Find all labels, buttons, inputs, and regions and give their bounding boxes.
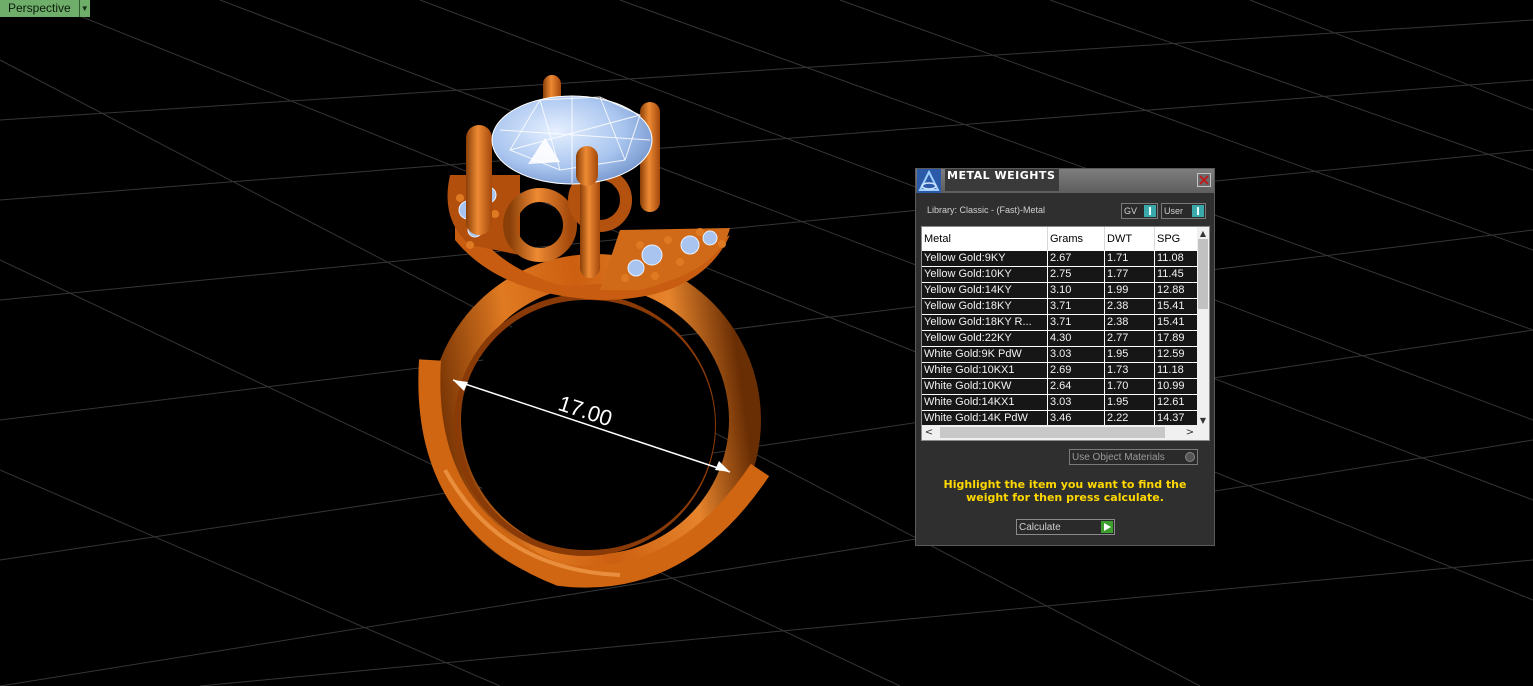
viewport-menu-arrow-icon[interactable]: ▼ <box>79 0 90 17</box>
cell-metal: Yellow Gold:9KY <box>922 251 1048 266</box>
cell-grams: 3.71 <box>1048 299 1105 314</box>
horizontal-scroll-thumb[interactable] <box>940 427 1165 438</box>
instruction-text: Highlight the item you want to find the … <box>943 478 1187 504</box>
cell-spg: 10.99 <box>1157 380 1185 392</box>
table-row[interactable]: Yellow Gold:9KY 2.67 1.71 11.08 <box>922 251 1197 267</box>
toggle-switch-icon <box>1144 205 1156 217</box>
cell-metal: White Gold:14K PdW <box>922 411 1048 426</box>
library-label: Library: Classic - (Fast)-Metal <box>927 205 1046 215</box>
table-row[interactable]: Yellow Gold:14KY 3.10 1.99 12.88 <box>922 283 1197 299</box>
cell-metal: Yellow Gold:22KY <box>922 331 1048 346</box>
cell-spg: 11.18 <box>1157 364 1184 376</box>
viewport-tab[interactable]: Perspective ▼ <box>0 0 90 17</box>
cell-metal: White Gold:9K PdW <box>922 347 1048 362</box>
cell-spg: 12.59 <box>1157 348 1185 360</box>
table-row[interactable]: White Gold:10KX1 2.69 1.73 11.18 <box>922 363 1197 379</box>
cell-grams: 4.30 <box>1048 331 1105 346</box>
cell-metal: White Gold:10KX1 <box>922 363 1048 378</box>
metal-weights-panel: METAL WEIGHTS Library: Classic - (Fast)-… <box>915 168 1215 546</box>
cell-dwt: 1.70 <box>1105 379 1155 394</box>
table-row[interactable]: Yellow Gold:10KY 2.75 1.77 11.45 <box>922 267 1197 283</box>
cell-grams: 3.46 <box>1048 411 1105 426</box>
panel-title: METAL WEIGHTS <box>945 169 1059 191</box>
table-row[interactable]: White Gold:9K PdW 3.03 1.95 12.59 <box>922 347 1197 363</box>
app-logo-icon <box>917 169 941 193</box>
cell-spg: 11.08 <box>1157 252 1184 264</box>
user-toggle-label: User <box>1164 206 1184 216</box>
cell-spg: 15.41 <box>1157 300 1185 312</box>
table-row[interactable]: Yellow Gold:18KY R... 3.71 2.38 15.41 <box>922 315 1197 331</box>
cell-spg: 15.41 <box>1157 316 1185 328</box>
gv-toggle-label: GV <box>1124 206 1138 216</box>
cell-dwt: 2.38 <box>1105 299 1155 314</box>
perspective-viewport[interactable]: 17.00 Perspective ▼ <box>0 0 1533 686</box>
cell-dwt: 2.38 <box>1105 315 1155 330</box>
table-row[interactable]: White Gold:14K PdW 3.46 2.22 14.37 <box>922 411 1197 426</box>
cell-dwt: 1.95 <box>1105 395 1155 410</box>
cell-grams: 2.67 <box>1048 251 1105 266</box>
vertical-scroll-thumb[interactable] <box>1198 239 1208 309</box>
cell-metal: Yellow Gold:18KY <box>922 299 1048 314</box>
column-header-spg[interactable]: SPG <box>1155 227 1197 250</box>
cell-grams: 3.03 <box>1048 395 1105 410</box>
cell-metal: Yellow Gold:14KY <box>922 283 1048 298</box>
cell-dwt: 1.95 <box>1105 347 1155 362</box>
cell-grams: 2.75 <box>1048 267 1105 282</box>
grid <box>0 0 1533 686</box>
scroll-left-icon[interactable]: < <box>922 425 936 440</box>
calculate-label: Calculate <box>1019 521 1061 533</box>
calculate-button[interactable]: Calculate <box>1016 519 1115 535</box>
column-header-metal[interactable]: Metal <box>922 227 1048 250</box>
use-object-materials-label: Use Object Materials <box>1072 451 1165 463</box>
cell-grams: 2.64 <box>1048 379 1105 394</box>
column-header-grams[interactable]: Grams <box>1048 227 1105 250</box>
cell-grams: 3.71 <box>1048 315 1105 330</box>
play-icon <box>1101 521 1113 533</box>
cell-metal: Yellow Gold:18KY R... <box>922 315 1048 330</box>
table-body: Yellow Gold:9KY 2.67 1.71 11.08 Yellow Gold… <box>922 251 1197 426</box>
panel-titlebar[interactable]: METAL WEIGHTS <box>916 169 1214 193</box>
horizontal-scrollbar[interactable]: < > <box>922 425 1209 440</box>
table-row[interactable]: Yellow Gold:22KY 4.30 2.77 17.89 <box>922 331 1197 347</box>
cell-metal: White Gold:14KX1 <box>922 395 1048 410</box>
scroll-right-icon[interactable]: > <box>1183 425 1197 440</box>
cell-metal: White Gold:10KW <box>922 379 1048 394</box>
metal-table[interactable]: Metal Grams DWT SPG Yellow Gold:9KY 2.67 1… <box>921 226 1210 441</box>
cell-spg: 17.89 <box>1157 332 1185 344</box>
cell-grams: 2.69 <box>1048 363 1105 378</box>
cell-grams: 3.03 <box>1048 347 1105 362</box>
user-toggle[interactable]: User <box>1161 203 1206 219</box>
table-row[interactable]: White Gold:10KW 2.64 1.70 10.99 <box>922 379 1197 395</box>
cell-metal: Yellow Gold:10KY <box>922 267 1048 282</box>
viewport-canvas[interactable]: 17.00 <box>0 0 1533 686</box>
cell-dwt: 1.73 <box>1105 363 1155 378</box>
cell-dwt: 1.71 <box>1105 251 1155 266</box>
cell-spg: 14.37 <box>1157 412 1185 424</box>
table-row[interactable]: Yellow Gold:18KY 3.71 2.38 15.41 <box>922 299 1197 315</box>
cell-dwt: 2.22 <box>1105 411 1155 426</box>
cell-dwt: 1.77 <box>1105 267 1155 282</box>
cell-spg: 11.45 <box>1157 268 1184 280</box>
toggle-switch-icon <box>1192 205 1204 217</box>
radio-icon <box>1185 452 1195 462</box>
cell-dwt: 2.77 <box>1105 331 1155 346</box>
table-row[interactable]: White Gold:14KX1 3.03 1.95 12.61 <box>922 395 1197 411</box>
gv-toggle[interactable]: GV <box>1121 203 1158 219</box>
cell-spg: 12.88 <box>1157 284 1185 296</box>
scroll-up-icon[interactable]: ▲ <box>1197 227 1209 239</box>
ring-model <box>418 75 770 588</box>
table-header: Metal Grams DWT SPG <box>922 227 1197 250</box>
use-object-materials-toggle[interactable]: Use Object Materials <box>1069 449 1198 465</box>
cell-spg: 12.61 <box>1157 396 1185 408</box>
cell-grams: 3.10 <box>1048 283 1105 298</box>
vertical-scrollbar[interactable]: ▲ ▼ <box>1197 227 1209 426</box>
cell-dwt: 1.99 <box>1105 283 1155 298</box>
close-icon <box>1199 175 1209 185</box>
close-button[interactable] <box>1197 173 1211 187</box>
viewport-tab-label[interactable]: Perspective <box>0 0 80 17</box>
column-header-dwt[interactable]: DWT <box>1105 227 1155 250</box>
